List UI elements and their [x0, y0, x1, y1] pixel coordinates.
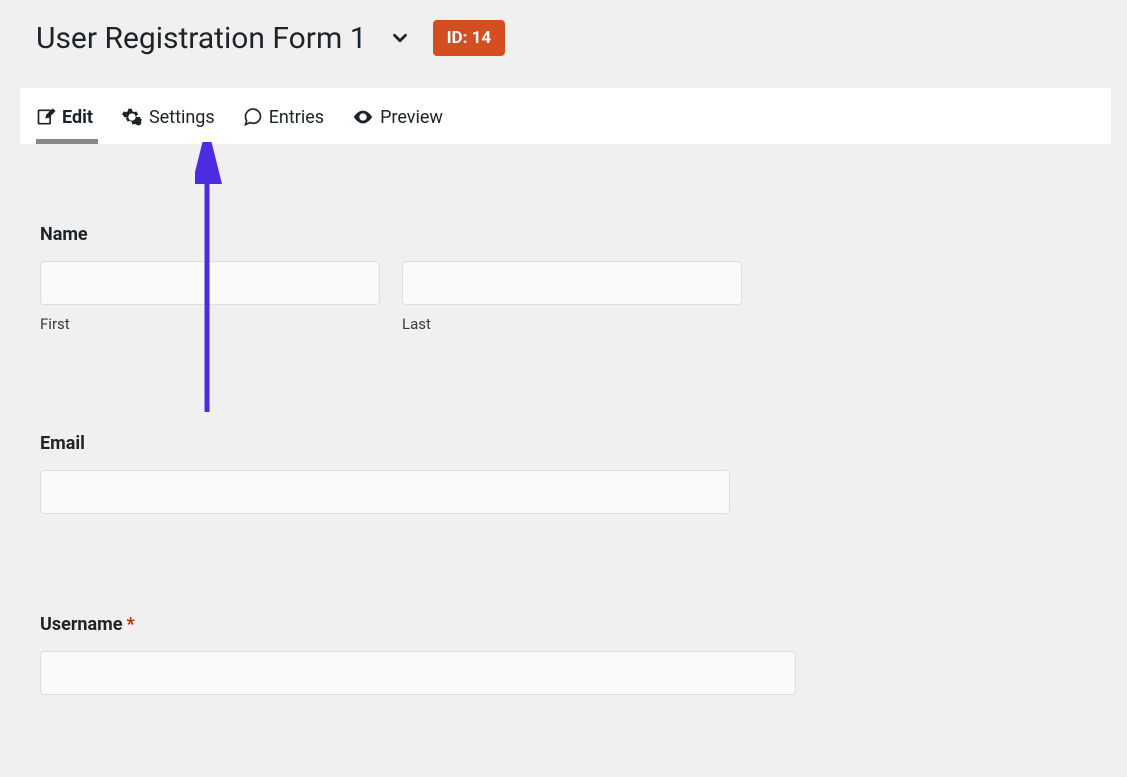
first-name-sublabel: First — [40, 315, 380, 333]
first-name-input[interactable] — [40, 261, 380, 305]
field-username-label: Username* — [40, 614, 796, 635]
last-name-sublabel: Last — [402, 315, 742, 333]
username-input[interactable] — [40, 651, 796, 695]
tab-entries-label: Entries — [269, 107, 324, 128]
eye-icon — [352, 106, 374, 128]
tab-preview[interactable]: Preview — [352, 106, 443, 134]
field-username[interactable]: Username* — [40, 614, 796, 695]
form-header: User Registration Form 1 ID: 14 — [36, 20, 1127, 56]
edit-icon — [36, 107, 56, 127]
tab-entries[interactable]: Entries — [243, 107, 324, 134]
form-tab-bar: Edit Settings Entries Preview — [20, 88, 1111, 144]
email-input[interactable] — [40, 470, 730, 514]
field-email[interactable]: Email — [40, 433, 796, 514]
form-id-badge: ID: 14 — [433, 20, 506, 56]
field-name-label: Name — [40, 224, 796, 245]
tab-settings[interactable]: Settings — [121, 106, 215, 134]
last-name-input[interactable] — [402, 261, 742, 305]
field-name[interactable]: Name First Last — [40, 224, 796, 333]
gear-icon — [121, 106, 143, 128]
tab-settings-label: Settings — [149, 107, 215, 128]
tab-preview-label: Preview — [380, 107, 443, 128]
field-username-label-text: Username — [40, 614, 122, 635]
chevron-down-icon — [389, 27, 411, 49]
tab-edit[interactable]: Edit — [36, 107, 93, 134]
comment-icon — [243, 107, 263, 127]
form-switcher-dropdown[interactable] — [385, 23, 415, 53]
required-marker: * — [126, 614, 134, 635]
field-email-label: Email — [40, 433, 796, 454]
form-editor-canvas: Name First Last Email Username* — [36, 144, 796, 695]
tab-edit-label: Edit — [62, 107, 93, 128]
form-title: User Registration Form 1 — [36, 21, 367, 56]
